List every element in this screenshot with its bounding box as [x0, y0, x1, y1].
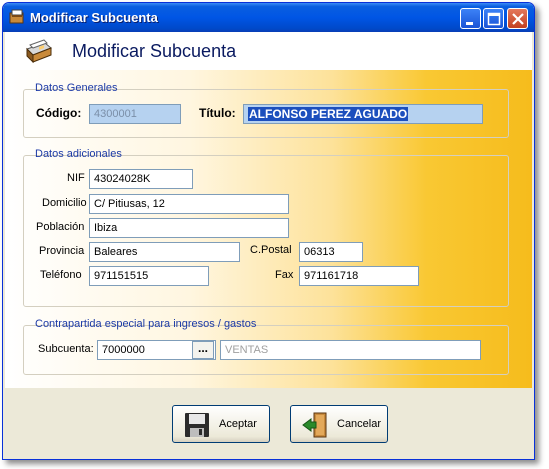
button-bar: Aceptar Cancelar: [5, 388, 532, 459]
cpostal-label: C.Postal: [250, 244, 292, 256]
poblacion-label: Población: [36, 221, 85, 233]
poblacion-field[interactable]: Ibiza: [89, 218, 289, 238]
dialog-header: Modificar Subcuenta: [5, 32, 532, 70]
fax-field[interactable]: 971161718: [299, 266, 419, 286]
exit-door-icon: [302, 412, 327, 438]
maximize-button[interactable]: [483, 8, 504, 29]
app-icon: [9, 9, 24, 24]
group-label-contrapartida: Contrapartida especial para ingresos / g…: [35, 318, 257, 330]
subcuenta-lookup-button[interactable]: ...: [192, 341, 214, 359]
nif-field[interactable]: 43024028K: [89, 169, 193, 189]
minimize-button[interactable]: [460, 8, 481, 29]
minimize-icon: [466, 22, 473, 25]
nif-label: NIF: [67, 172, 85, 184]
subcuenta-description-field: VENTAS: [220, 340, 481, 360]
titulo-value: ALFONSO PEREZ AGUADO: [248, 107, 409, 121]
card-file-icon: [26, 39, 52, 63]
title-bar[interactable]: Modificar Subcuenta: [3, 3, 534, 32]
aceptar-label: Aceptar: [219, 418, 257, 430]
cpostal-field[interactable]: 06313: [299, 242, 363, 262]
domicilio-label: Domicilio: [42, 197, 87, 209]
group-label-datos-adicionales: Datos adicionales: [35, 148, 122, 160]
codigo-label: Código:: [36, 106, 82, 120]
maximize-icon: [487, 12, 501, 26]
group-datos-generales: Datos Generales Código: 4300001 Título: …: [23, 82, 509, 138]
codigo-field[interactable]: 4300001: [89, 104, 181, 124]
provincia-label: Provincia: [39, 245, 85, 257]
group-label-datos-generales: Datos Generales: [35, 82, 118, 94]
titulo-field[interactable]: ALFONSO PEREZ AGUADO: [243, 104, 483, 124]
close-button[interactable]: [507, 8, 528, 29]
cancelar-button[interactable]: Cancelar: [290, 405, 388, 443]
telefono-field[interactable]: 971151515: [89, 266, 209, 286]
aceptar-button[interactable]: Aceptar: [172, 405, 270, 443]
cancelar-label: Cancelar: [337, 418, 382, 430]
close-icon: [512, 13, 524, 25]
provincia-field[interactable]: Baleares: [89, 242, 240, 262]
titulo-label: Título:: [199, 106, 236, 120]
page-title: Modificar Subcuenta: [72, 41, 237, 61]
dialog-window: Modificar Subcuenta Modificar Subcuenta …: [2, 2, 535, 460]
fax-label: Fax: [275, 269, 294, 281]
telefono-label: Teléfono: [40, 269, 82, 281]
group-datos-adicionales: Datos adicionales NIF 43024028K Domicili…: [23, 148, 509, 307]
window-title: Modificar Subcuenta: [30, 10, 158, 25]
form-body: Datos Generales Código: 4300001 Título: …: [5, 70, 532, 388]
domicilio-field[interactable]: C/ Pitiusas, 12: [89, 194, 289, 214]
group-contrapartida: Contrapartida especial para ingresos / g…: [23, 318, 509, 375]
save-icon: [185, 413, 209, 437]
subcuenta-label: Subcuenta:: [38, 343, 94, 355]
